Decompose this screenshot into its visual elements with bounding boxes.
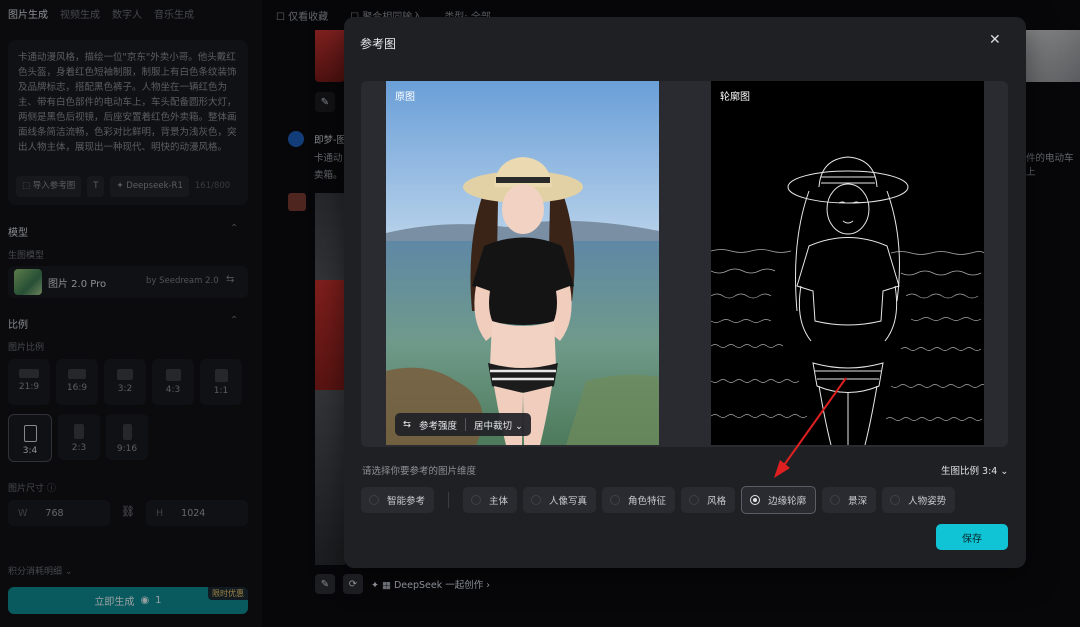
crop-dropdown[interactable]: 居中裁切 ⌄: [474, 418, 523, 432]
deepseek-create-link[interactable]: ✦ ▦ DeepSeek 一起创作 ›: [371, 577, 490, 591]
original-label: 原图: [395, 92, 415, 103]
option-style[interactable]: 风格: [681, 487, 736, 513]
feed-action-bar: ✎ ⟳ ✦ ▦ DeepSeek 一起创作 ›: [315, 574, 490, 594]
option-edge-outline[interactable]: 边缘轮廓: [741, 486, 817, 514]
original-image: 原图 ⇆ 参考强度 居中裁切 ⌄: [386, 81, 659, 445]
dialog-title: 参考图: [360, 37, 397, 51]
radio-icon: [610, 495, 621, 505]
beach-photo: [386, 81, 659, 445]
toolbar-divider: [464, 418, 466, 431]
strength-crop-toolbar[interactable]: ⇆ 参考强度 居中裁切 ⌄: [395, 413, 531, 436]
option-pose[interactable]: 人物姿势: [882, 487, 956, 513]
option-character[interactable]: 角色特征: [602, 487, 676, 513]
dimension-hint: 请选择你要参考的图片维度: [362, 466, 477, 477]
output-ratio-dropdown[interactable]: 生图比例 3:4 ⌄: [941, 463, 1008, 477]
radio-icon: [890, 495, 901, 505]
radio-icon: [369, 495, 379, 505]
radio-icon: [471, 495, 482, 505]
option-depth[interactable]: 景深: [822, 487, 877, 513]
radio-icon: [531, 495, 542, 505]
option-portrait[interactable]: 人像写真: [523, 487, 597, 513]
radio-icon: [689, 495, 700, 505]
annotation-arrow: [774, 377, 847, 478]
image-compare-stage: 原图 ⇆ 参考强度 居中裁切 ⌄ 轮廓图: [361, 81, 1008, 447]
edit-icon[interactable]: ✎: [315, 574, 335, 594]
save-button[interactable]: 保存: [936, 524, 1008, 550]
reference-dimension-options: 智能参考 主体 人像写真 角色特征 风格 边缘轮廓 景深 人物姿势: [361, 486, 956, 514]
strength-button[interactable]: 参考强度: [419, 418, 457, 432]
radio-icon: [830, 495, 841, 505]
option-divider: [448, 492, 450, 508]
reference-image-dialog: 参考图 ✕ 原图 ⇆ 参考强度 居中裁切 ⌄ 轮廓图 请选择你要参考的图片维度 …: [344, 17, 1026, 568]
radio-selected-icon: [750, 495, 761, 505]
edge-label: 轮廓图: [720, 92, 750, 103]
option-subject[interactable]: 主体: [463, 487, 518, 513]
regenerate-icon[interactable]: ⟳: [343, 574, 363, 594]
option-smart-reference[interactable]: 智能参考: [361, 487, 435, 513]
sliders-icon: ⇆: [403, 419, 411, 430]
close-icon[interactable]: ✕: [989, 32, 1001, 48]
